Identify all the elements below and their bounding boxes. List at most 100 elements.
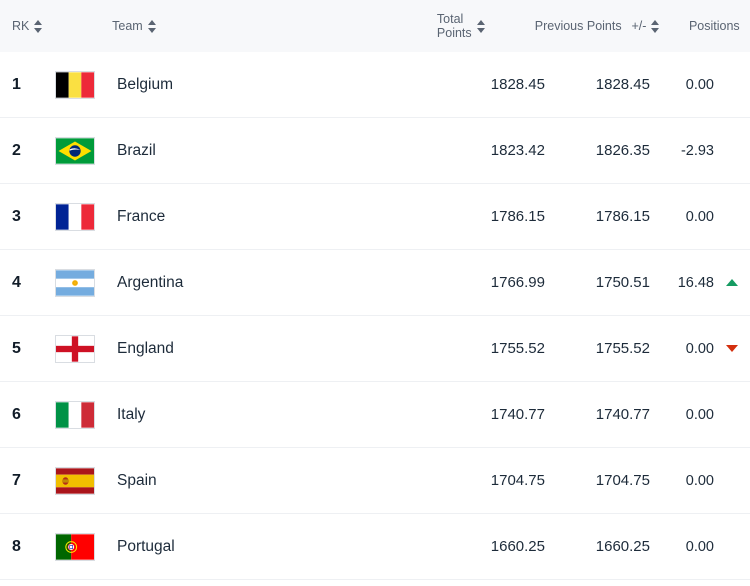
total-points-value: 1828.45 [490, 76, 545, 93]
flag-cell [55, 334, 117, 363]
rank-value: 7 [12, 471, 21, 489]
total-points-value: 1704.75 [490, 472, 545, 489]
diff-cell: 0.00 [652, 341, 714, 357]
team-cell[interactable]: Italy [117, 406, 447, 424]
column-header-positions: Positions [683, 19, 750, 33]
previous-points-value: 1826.35 [595, 142, 650, 159]
total-points-value: 1755.52 [490, 340, 545, 357]
column-header-previous-points[interactable]: Previous Points [523, 19, 624, 33]
total-points-cell: 1660.25 [447, 538, 547, 555]
movement-up-icon [726, 279, 738, 286]
rank-cell: 4 [0, 274, 55, 292]
team-name: Brazil [117, 141, 156, 159]
total-points-value: 1766.99 [490, 274, 545, 291]
team-name: Spain [117, 471, 157, 489]
flag-argentina-icon [55, 268, 95, 297]
positions-cell [714, 279, 750, 286]
diff-cell: 0.00 [652, 77, 714, 93]
positions-cell [714, 345, 750, 352]
rank-cell: 7 [0, 472, 55, 490]
previous-points-value: 1660.25 [595, 538, 650, 555]
column-header-team[interactable]: Team [112, 19, 427, 33]
movement-down-icon [726, 345, 738, 352]
previous-points-cell: 1828.45 [547, 76, 652, 93]
rank-value: 8 [12, 537, 21, 555]
diff-cell: 0.00 [652, 407, 714, 423]
previous-points-cell: 1786.15 [547, 208, 652, 225]
previous-points-value: 1786.15 [595, 208, 650, 225]
table-row[interactable]: 1 Belgium 1828.45 1828.45 0.00 [0, 52, 750, 118]
diff-value: 16.48 [677, 274, 714, 291]
sort-arrows-icon[interactable] [476, 19, 485, 33]
sort-arrows-icon[interactable] [651, 19, 660, 33]
rank-value: 3 [12, 207, 21, 225]
previous-points-cell: 1755.52 [547, 340, 652, 357]
team-name: Argentina [117, 273, 184, 291]
flag-cell [55, 202, 117, 231]
diff-cell: 0.00 [652, 473, 714, 489]
diff-value: 0.00 [685, 208, 714, 225]
total-points-value: 1823.42 [490, 142, 545, 159]
table-row[interactable]: 8 Portugal 1660.25 1660.25 0.00 [0, 514, 750, 580]
table-row[interactable]: 3 France 1786.15 1786.15 0.00 [0, 184, 750, 250]
sort-arrows-icon[interactable] [147, 19, 156, 33]
total-points-cell: 1786.15 [447, 208, 547, 225]
rank-cell: 8 [0, 538, 55, 556]
diff-value: 0.00 [685, 340, 714, 357]
total-points-cell: 1823.42 [447, 142, 547, 159]
table-row[interactable]: 5 England 1755.52 1755.52 0.00 [0, 316, 750, 382]
flag-italy-icon [55, 400, 95, 429]
column-header-team-label: Team [112, 18, 143, 33]
flag-cell [55, 400, 117, 429]
team-name: England [117, 339, 174, 357]
table-body: 1 Belgium 1828.45 1828.45 0.00 2 Brazil 1823.42… [0, 52, 750, 586]
total-points-value: 1786.15 [490, 208, 545, 225]
table-header-row: RK Team Total Points Previous Points +/-… [0, 0, 750, 52]
table-row[interactable]: 4 Argentina 1766.99 1750.51 16.48 [0, 250, 750, 316]
team-cell[interactable]: Belgium [117, 76, 447, 94]
previous-points-cell: 1826.35 [547, 142, 652, 159]
flag-portugal-icon [55, 532, 95, 561]
previous-points-cell: 1660.25 [547, 538, 652, 555]
table-row[interactable]: 2 Brazil 1823.42 1826.35 -2.93 [0, 118, 750, 184]
team-name: Portugal [117, 537, 175, 555]
column-header-diff[interactable]: +/- [623, 19, 683, 33]
rank-value: 6 [12, 405, 21, 423]
flag-cell [55, 532, 117, 561]
column-header-total-points[interactable]: Total Points [427, 12, 523, 41]
team-cell[interactable]: Brazil [117, 142, 447, 160]
flag-france-icon [55, 202, 95, 231]
team-name: Belgium [117, 75, 173, 93]
column-header-rk[interactable]: RK [0, 19, 53, 33]
team-cell[interactable]: Portugal [117, 538, 447, 556]
sort-arrows-icon[interactable] [34, 19, 43, 33]
table-row[interactable]: 6 Italy 1740.77 1740.77 0.00 [0, 382, 750, 448]
rank-cell: 5 [0, 340, 55, 358]
total-points-cell: 1755.52 [447, 340, 547, 357]
team-cell[interactable]: Argentina [117, 274, 447, 292]
diff-value: 0.00 [685, 538, 714, 555]
diff-cell: 0.00 [652, 209, 714, 225]
team-cell[interactable]: Spain [117, 472, 447, 490]
previous-points-value: 1828.45 [595, 76, 650, 93]
diff-cell: -2.93 [652, 143, 714, 159]
fifa-ranking-table: RK Team Total Points Previous Points +/-… [0, 0, 750, 586]
previous-points-value: 1740.77 [595, 406, 650, 423]
rank-cell: 6 [0, 406, 55, 424]
previous-points-value: 1704.75 [595, 472, 650, 489]
table-row[interactable]: 7 Spain 1704.75 1704.75 0.00 [0, 448, 750, 514]
column-header-total-points-label: Total Points [436, 11, 472, 40]
column-header-rk-label: RK [12, 18, 30, 33]
diff-value: 0.00 [685, 406, 714, 423]
previous-points-cell: 1704.75 [547, 472, 652, 489]
rank-value: 2 [12, 141, 21, 159]
team-cell[interactable]: England [117, 340, 447, 358]
column-header-previous-points-label: Previous Points [534, 18, 622, 33]
diff-value: -2.93 [680, 142, 714, 159]
flag-england-icon [55, 334, 95, 363]
flag-brazil-icon [55, 136, 95, 165]
flag-cell [55, 136, 117, 165]
rank-cell: 1 [0, 76, 55, 94]
flag-belgium-icon [55, 70, 95, 99]
team-cell[interactable]: France [117, 208, 447, 226]
